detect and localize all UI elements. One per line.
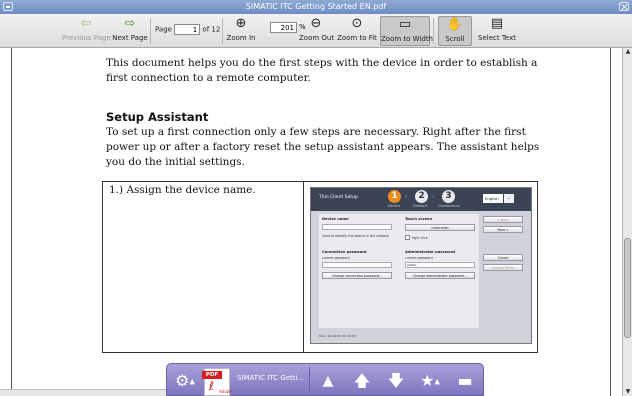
chevron-right-icon: ›	[405, 194, 407, 200]
title-bar: SIMATIC ITC Getting Started EN.pdf	[0, 0, 632, 14]
keyboard-icon: ▬	[457, 371, 473, 390]
zoom-in-icon: ⊕	[235, 16, 247, 31]
zoom-to-fit-button[interactable]: ⊙ Zoom to Fit	[336, 16, 378, 46]
window-menu-icon[interactable]	[3, 2, 13, 11]
step-label-3: Connections	[438, 204, 460, 208]
admin-current-password-label: current password	[405, 256, 433, 260]
window-title: SIMATIC ITC Getting Started EN.pdf	[245, 2, 387, 11]
device-name-hint: Used to identify the device in the netwo…	[322, 234, 390, 238]
device-name-label: Device name	[322, 217, 349, 221]
page-down-button[interactable]: 🡇	[381, 368, 411, 394]
pdf-badge: PDF	[202, 371, 222, 379]
gear-icon: ⚙	[175, 371, 190, 390]
taskbar-app-label[interactable]: SIMATIC ITC Getti...	[237, 374, 304, 382]
assistant-title: Thin Client Setup	[319, 195, 358, 200]
step-text: 1.) Assign the device name.	[109, 184, 256, 196]
assistant-panel: Device name Used to identify the device …	[319, 214, 479, 328]
caret-up-icon: ▲	[434, 377, 440, 386]
star-icon: ★	[420, 371, 435, 390]
right-click-label: right click	[412, 236, 428, 240]
keyboard-button[interactable]: ▬	[451, 368, 479, 394]
step-label-2: Network	[413, 204, 428, 208]
next-button: Next >	[483, 226, 523, 233]
arrow-left-icon: ⇦	[80, 16, 92, 31]
previous-page-button[interactable]: ⇦ Previous Page	[62, 16, 111, 46]
scroll-down-icon[interactable]: ▼	[624, 388, 632, 396]
page-label: Page	[155, 25, 172, 34]
cancel-button: Cancel	[483, 254, 523, 261]
zoom-to-width-button[interactable]: ▭ Zoom to Width	[380, 16, 433, 46]
chevron-right-icon: ›	[432, 194, 434, 200]
triangle-up-icon: ▲	[322, 373, 334, 389]
touch-screen-label: Touch screen	[405, 217, 433, 221]
bookmarks-button[interactable]: ★▲	[415, 368, 445, 394]
step-circle-3: 3	[442, 190, 455, 203]
zoom-out-button[interactable]: ⊖ Zoom Out	[299, 16, 334, 46]
next-page-button[interactable]: ⇨ Next Page	[112, 16, 148, 46]
language-select: English	[483, 194, 503, 203]
hand-icon: ✋	[446, 17, 464, 32]
arrow-right-icon: ⇨	[124, 16, 136, 31]
step-label-1: Device	[388, 204, 400, 208]
back-button: < Back	[483, 216, 523, 223]
current-password-label: current password	[322, 256, 350, 260]
conn-password-field	[322, 262, 392, 268]
scroll-tool-button[interactable]: ✋ Scroll	[438, 16, 472, 46]
setup-assistant-screenshot: Thin Client Setup 1 Device › 2 Network ›…	[310, 187, 532, 344]
device-name-field	[322, 224, 392, 230]
toolbar-separator	[222, 18, 223, 44]
vertical-scrollbar[interactable]: ▲ ▼	[622, 48, 632, 396]
page-edge	[610, 48, 611, 396]
toolbar-separator	[150, 18, 151, 44]
mac-address: MAC: 00:00:00:00:00:00	[319, 334, 356, 338]
right-click-checkbox	[405, 235, 410, 240]
intro-paragraph: This document helps you do the first ste…	[106, 57, 538, 84]
arrow-down-icon: 🡇	[387, 371, 405, 390]
taskbar-dock: ⚙▲ PDF ℓ Adobe SIMATIC ITC Getti... ▲ 🡅 …	[166, 363, 484, 396]
select-text-icon: ▤	[490, 16, 504, 31]
page-edge	[11, 48, 12, 396]
assistant-header: Thin Client Setup 1 Device › 2 Network ›…	[311, 188, 531, 211]
zoom-in-button[interactable]: ⊕ Zoom In	[226, 16, 256, 46]
scroll-thumb[interactable]	[624, 238, 631, 338]
caret-up-icon: ▲	[189, 377, 195, 386]
step-table: 1.) Assign the device name. Thin Client …	[102, 181, 538, 353]
arrow-up-icon: 🡅	[353, 371, 371, 390]
page-up-button[interactable]: 🡅	[347, 368, 377, 394]
conn-password-label: Connection password	[322, 250, 367, 254]
zoom-fit-icon: ⊙	[351, 16, 363, 31]
admin-password-field: admin	[405, 262, 475, 268]
calibration-button: Calibration	[405, 224, 475, 231]
setup-paragraph: To set up a first connection only a few …	[106, 126, 540, 168]
admin-password-label: Administrator password	[405, 250, 456, 254]
page-count: of 12	[202, 25, 221, 34]
acrobat-logo-icon: ℓ	[209, 379, 214, 393]
table-divider	[303, 182, 304, 352]
scroll-up-icon[interactable]: ▲	[624, 48, 632, 56]
horizontal-scrollbar[interactable]	[0, 389, 166, 396]
adobe-label: Adobe	[219, 389, 232, 394]
toolbar-separator	[433, 18, 434, 44]
dock-divider	[309, 367, 310, 394]
select-text-button[interactable]: ▤ Select Text	[476, 16, 518, 46]
toolbar: ⇦ Previous Page ⇨ Next Page Page of 12 ⊕…	[0, 14, 632, 48]
section-heading: Setup Assistant	[106, 110, 209, 124]
zoom-width-icon: ▭	[398, 17, 412, 32]
change-conn-password-button: Change connection password...	[322, 272, 392, 279]
scroll-top-button[interactable]: ▲	[313, 368, 343, 394]
settings-menu-button[interactable]: ⚙▲	[171, 368, 199, 394]
page-input[interactable]	[174, 24, 201, 35]
chevron-down-icon: ⌄	[504, 194, 514, 203]
change-admin-password-button: Change administrator password...	[405, 272, 475, 279]
zoom-input[interactable]: 201	[270, 22, 297, 33]
page-navigator: Page of 12	[155, 24, 220, 35]
factory-reset-button: Factory Reset	[483, 264, 523, 271]
pdf-app-icon[interactable]: PDF ℓ Adobe	[202, 368, 232, 396]
step-circle-2: 2	[415, 190, 428, 203]
close-icon[interactable]	[619, 2, 629, 11]
zoom-out-icon: ⊖	[310, 16, 322, 31]
step-circle-1: 1	[388, 190, 401, 203]
